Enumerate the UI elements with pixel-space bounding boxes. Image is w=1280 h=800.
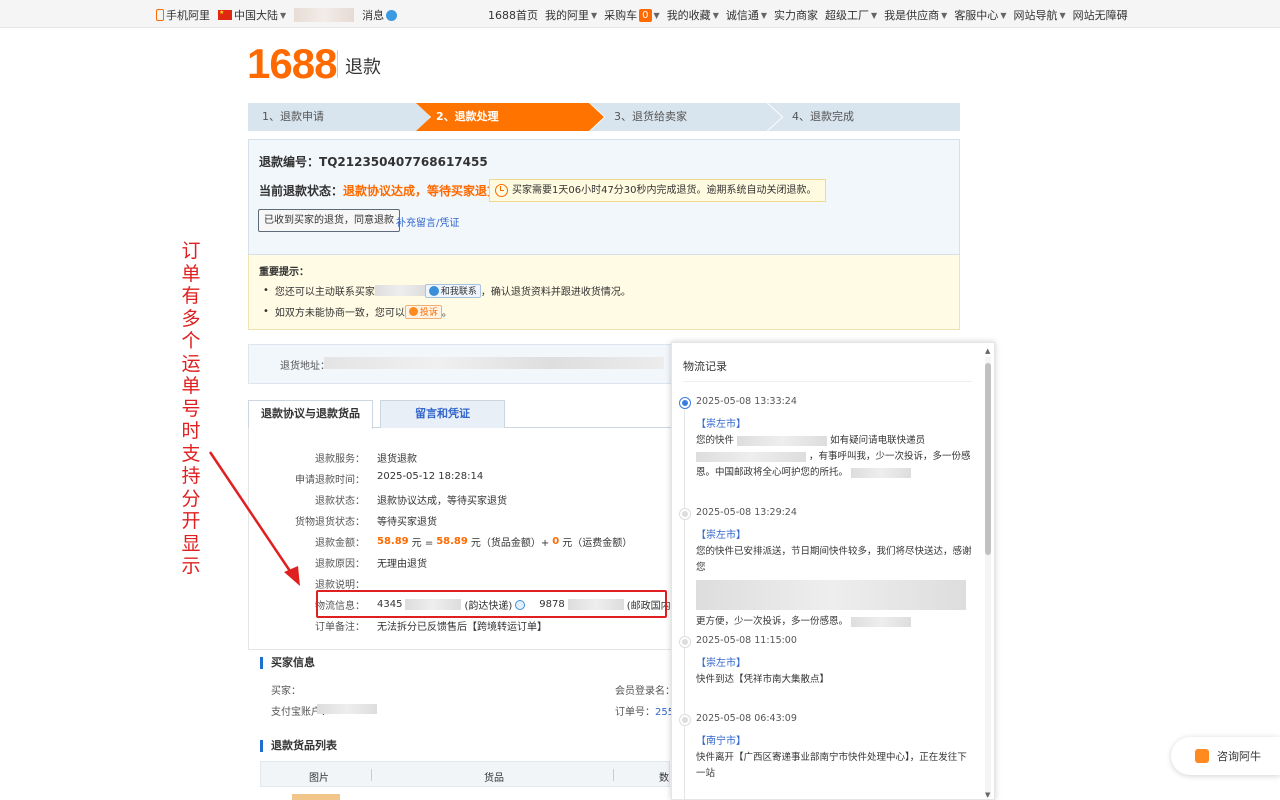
col-goods: 货品 [484,773,504,784]
contact-buyer-button[interactable]: 和我联系 [424,283,481,298]
record-text: 您的快件已安排派送，节日期间快件较多，我们将尽快送达，感谢您 更方便，少一次投诉… [696,546,972,627]
col-image: 图片 [309,773,329,784]
buyer-name-blurred [374,285,425,296]
message-icon [386,9,398,21]
complain-button[interactable]: 投诉 [404,304,442,319]
complain-icon [408,307,418,316]
record-time: 2025-05-08 13:29:24 [696,507,797,518]
nav-cart[interactable]: 采购车 0 ▼ [604,7,660,23]
mobile-link[interactable]: 手机阿里 [156,7,210,23]
chevron-down-icon: ▼ [591,10,598,20]
annotation-highlight-box [316,590,667,618]
timeline-line [684,405,685,799]
address-blurred [324,357,664,369]
timeline-dot [680,637,690,647]
buyer-label: 买家： [271,686,301,697]
chevron-down-icon: ▼ [712,10,719,20]
record-city: 【南宁市】 [696,736,746,747]
record-text: 您的快件 如有疑问请电联快递员 ，有事呼叫我，少一次投诉，多一份感恩。中国邮政将… [696,435,971,478]
notice-item-contact: 您还可以主动联系买家 和我联系 ，确认退货资料并跟进收货情况。 [263,283,631,298]
address-label: 退货地址： [280,361,330,372]
step-processing: 2、退款处理 [416,103,604,131]
record-city: 【崇左市】 [696,658,746,669]
alipay-blurred [317,704,377,714]
nav-my-alibaba[interactable]: 我的阿里 ▼ [545,7,597,23]
nav-favorites[interactable]: 我的收藏 ▼ [667,7,719,23]
cart-count-badge: 0 [639,8,652,22]
clock-icon [495,184,508,197]
timeline-dot-active [680,398,690,408]
record-text: 快件到达【凭祥市南大集散点】 [696,674,830,685]
notice-title: 重要提示： [259,267,309,278]
col-quantity: 数 [659,773,669,784]
buyer-info-title: 买家信息 [260,657,315,669]
important-notice: 重要提示： 您还可以主动联系买家 和我联系 ，确认退货资料并跟进收货情况。 如双… [248,255,960,330]
wangwang-icon [428,285,439,296]
product-thumbnail [292,794,340,800]
timeline-dot [680,715,690,725]
nav-service-center[interactable]: 客服中心 ▼ [954,7,1006,23]
scroll-up-icon[interactable]: ▲ [985,347,990,355]
nav-chengxintong[interactable]: 诚信通 ▼ [726,7,767,23]
supplement-evidence-link[interactable]: 补充留言/凭证 [396,214,459,229]
chevron-down-icon: ▼ [653,10,660,20]
step-return-goods: 3、退货给卖家 [590,103,782,131]
goods-list-title: 退款货品列表 [260,740,337,752]
chevron-down-icon: ▼ [760,10,767,20]
nav-strong-merchants[interactable]: 实力商家 [774,7,818,23]
popup-title: 物流记录 [683,360,727,373]
phone-icon [156,9,164,21]
tab-agreement[interactable]: 退款协议与退款货品 [248,400,373,429]
step-apply: 1、退款申请 [248,103,430,131]
nav-supplier[interactable]: 我是供应商 ▼ [884,7,947,23]
user-name-blurred[interactable] [294,8,355,22]
record-city: 【崇左市】 [696,530,746,541]
refund-status-panel: 退款编号：TQ212350407768617455 当前退款状态：退款协议达成，… [248,139,960,255]
annotation-text: 订单有多个运单号时支持分开显示 [181,240,201,577]
timeline-dot [680,509,690,519]
goods-table-header: 图片 货品 数 [260,761,670,787]
aniu-icon [1195,749,1209,763]
goods-amount: 58.89 [436,536,468,547]
china-flag-icon [218,9,232,20]
nav-home[interactable]: 1688首页 [488,7,538,23]
shipping-amount: 0 [552,536,560,547]
record-time: 2025-05-08 13:33:24 [696,396,797,407]
annotation-arrow-icon [208,451,300,586]
record-time: 2025-05-08 11:15:00 [696,635,797,646]
nav-super-factory[interactable]: 超级工厂 ▼ [825,7,877,23]
chevron-down-icon: ▼ [1000,10,1007,20]
site-logo[interactable]: 1688 [247,40,337,88]
top-nav-bar: 手机阿里 中国大陆 ▼ 消息 1688首页 我的阿里▼ 采购车0▼ 我的收藏▼ … [0,0,1280,28]
logistics-popup: 物流记录 2025-05-08 13:33:24 【崇左市】 您的快件 如有疑问… [671,342,995,800]
record-time: 2025-05-08 06:43:09 [696,713,797,724]
notice-item-complain: 如双方未能协商一致，您可以 投诉 。 [263,304,452,319]
consult-aniu-button[interactable]: 咨询阿牛 [1171,737,1280,775]
record-text: 快件离开【广西区寄递事业部南宁市快件处理中心】，正在发往下一站 [696,752,967,779]
logo-divider [337,50,338,78]
page-title: 退款 [345,57,381,78]
refund-status: 当前退款状态：退款协议达成，等待买家退货 [259,184,500,198]
step-complete: 4、退款完成 [768,103,960,131]
member-label: 会员登录名： [615,686,675,697]
nav-accessibility[interactable]: 网站无障碍 [1073,7,1128,23]
chevron-down-icon: ▼ [871,10,878,20]
refund-amount: 58.89 [377,536,409,547]
countdown-notice: 买家需要1天06小时47分30秒内完成退货。逾期系统自动关闭退款。 [489,179,826,202]
popup-scrollbar-thumb[interactable] [985,363,991,555]
chevron-down-icon: ▼ [1059,10,1066,20]
agree-refund-button[interactable]: 已收到买家的退货，同意退款 [258,209,400,232]
chevron-down-icon: ▼ [280,10,287,20]
messages-link[interactable]: 消息 [362,7,398,23]
nav-site-nav[interactable]: 网站导航 ▼ [1013,7,1065,23]
record-city: 【崇左市】 [696,419,746,430]
tab-messages[interactable]: 留言和凭证 [380,400,505,428]
scroll-down-icon[interactable]: ▼ [985,791,990,799]
chevron-down-icon: ▼ [941,10,948,20]
refund-number: 退款编号：TQ212350407768617455 [259,155,488,169]
region-selector[interactable]: 中国大陆 ▼ [218,7,286,23]
progress-steps: 1、退款申请 2、退款处理 3、退货给卖家 4、退款完成 [248,103,960,131]
